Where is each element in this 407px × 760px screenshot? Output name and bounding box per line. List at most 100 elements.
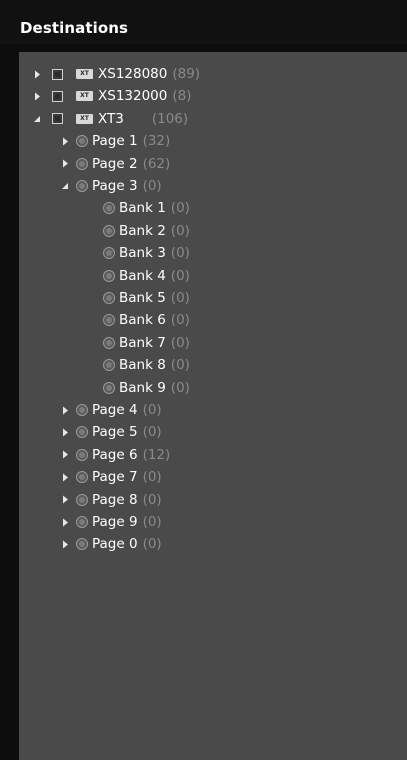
expand-arrow-icon[interactable] [59, 449, 71, 461]
tree-item-bank[interactable]: Bank 5 (0) [103, 287, 190, 309]
tree-item-page[interactable]: Page 2 (62) [59, 153, 170, 175]
tree-item-bank[interactable]: Bank 6 (0) [103, 309, 190, 331]
tree-item-bank[interactable]: Bank 3 (0) [103, 242, 190, 264]
tree-item-bank[interactable]: Bank 7 (0) [103, 332, 190, 354]
expand-arrow-icon[interactable] [59, 471, 71, 483]
tree-item-page[interactable]: Page 6 (12) [59, 444, 170, 466]
destinations-tree[interactable]: XT XS128080 (89) XT XS132000 (8) XT XT3 (106) Pag… [19, 52, 407, 760]
expand-arrow-icon[interactable] [59, 404, 71, 416]
tree-item-bank[interactable]: Bank 8 (0) [103, 354, 190, 376]
page-count: (0) [142, 491, 162, 508]
expand-arrow-icon[interactable] [59, 158, 71, 170]
radio-icon[interactable] [76, 135, 88, 148]
tree-item-device[interactable]: XT XS132000 (8) [31, 85, 191, 107]
page-label: Page 2 [92, 155, 138, 172]
bank-label: Bank 6 [119, 312, 166, 329]
tree-item-page[interactable]: Page 1 (32) [59, 130, 170, 152]
radio-icon[interactable] [103, 269, 115, 282]
device-count: (8) [172, 88, 192, 105]
radio-icon[interactable] [76, 471, 88, 484]
tree-item-device[interactable]: XT XT3 (106) [31, 108, 188, 130]
bank-count: (0) [170, 200, 190, 217]
device-count: (106) [151, 110, 189, 127]
bank-label: Bank 5 [119, 290, 166, 306]
bank-count: (0) [170, 222, 190, 239]
page-label: Page 8 [92, 491, 138, 508]
xt-device-icon: XT [76, 91, 93, 102]
page-count: (62) [142, 155, 171, 172]
radio-icon[interactable] [76, 538, 88, 551]
tree-item-page[interactable]: Page 3 (0) [59, 175, 162, 197]
radio-icon[interactable] [76, 404, 88, 416]
page-label: Page 1 [92, 133, 138, 150]
page-label: Page 6 [92, 446, 138, 463]
radio-icon[interactable] [103, 359, 115, 372]
expand-arrow-icon[interactable] [59, 426, 71, 438]
destinations-panel: Destinations XT XS128080 (89) XT XS132000 (8)… [0, 0, 407, 760]
tree-item-bank[interactable]: Bank 4 (0) [103, 265, 190, 287]
page-count: (12) [142, 446, 171, 463]
radio-icon[interactable] [76, 157, 88, 170]
bank-count: (0) [170, 290, 190, 306]
tree-item-page[interactable]: Page 4 (0) [59, 399, 162, 421]
bank-count: (0) [170, 245, 190, 262]
bank-label: Bank 1 [119, 200, 166, 217]
page-count: (32) [142, 133, 171, 150]
device-label: XT3 [98, 110, 124, 127]
tree-item-page[interactable]: Page 5 (0) [59, 421, 162, 443]
page-label: Page 9 [92, 514, 138, 530]
page-label: Page 7 [92, 469, 138, 486]
tree-item-bank[interactable]: Bank 1 (0) [103, 197, 190, 219]
device-checkbox[interactable] [52, 68, 63, 80]
radio-icon[interactable] [103, 247, 115, 260]
radio-icon[interactable] [76, 493, 88, 506]
expand-arrow-icon[interactable] [59, 538, 71, 550]
radio-icon[interactable] [76, 448, 88, 461]
panel-title: Destinations [20, 19, 129, 37]
expand-arrow-icon[interactable] [31, 68, 43, 80]
radio-icon[interactable] [76, 426, 88, 439]
expand-arrow-icon[interactable] [59, 494, 71, 506]
radio-icon[interactable] [103, 202, 115, 215]
page-label: Page 4 [92, 402, 138, 418]
device-checkbox[interactable] [52, 90, 63, 102]
page-count: (0) [142, 424, 162, 441]
page-label: Page 5 [92, 424, 138, 441]
bank-label: Bank 2 [119, 222, 166, 239]
radio-icon[interactable] [76, 180, 88, 192]
expand-arrow-icon[interactable] [59, 516, 71, 528]
page-count: (0) [142, 178, 162, 194]
collapse-arrow-icon[interactable] [31, 113, 43, 125]
radio-icon[interactable] [103, 224, 115, 237]
tree-item-device[interactable]: XT XS128080 (89) [31, 63, 200, 85]
tree-item-page[interactable]: Page 9 (0) [59, 511, 162, 533]
radio-icon[interactable] [103, 381, 115, 394]
page-count: (0) [142, 536, 162, 553]
bank-label: Bank 9 [119, 379, 166, 396]
tree-item-bank[interactable]: Bank 9 (0) [103, 377, 190, 399]
radio-icon[interactable] [103, 292, 115, 304]
expand-arrow-icon[interactable] [31, 90, 43, 102]
radio-icon[interactable] [103, 336, 115, 349]
expand-arrow-icon[interactable] [59, 135, 71, 147]
bank-label: Bank 3 [119, 245, 166, 262]
tree-item-bank[interactable]: Bank 2 (0) [103, 220, 190, 242]
xt-device-icon: XT [76, 69, 93, 79]
bank-label: Bank 4 [119, 267, 166, 284]
bank-label: Bank 7 [119, 334, 166, 351]
bank-count: (0) [170, 312, 190, 329]
page-count: (0) [142, 402, 162, 418]
page-label: Page 3 [92, 178, 138, 194]
device-label: XS128080 [98, 66, 168, 82]
radio-icon[interactable] [76, 516, 88, 528]
page-label: Page 0 [92, 536, 138, 553]
radio-icon[interactable] [103, 314, 115, 327]
tree-item-page[interactable]: Page 0 (0) [59, 533, 162, 555]
xt-device-icon: XT [76, 113, 93, 124]
bank-count: (0) [170, 267, 190, 284]
tree-item-page[interactable]: Page 8 (0) [59, 489, 162, 511]
bank-label: Bank 8 [119, 357, 166, 374]
collapse-arrow-icon[interactable] [59, 180, 71, 192]
device-checkbox[interactable] [52, 113, 63, 125]
tree-item-page[interactable]: Page 7 (0) [59, 466, 162, 488]
